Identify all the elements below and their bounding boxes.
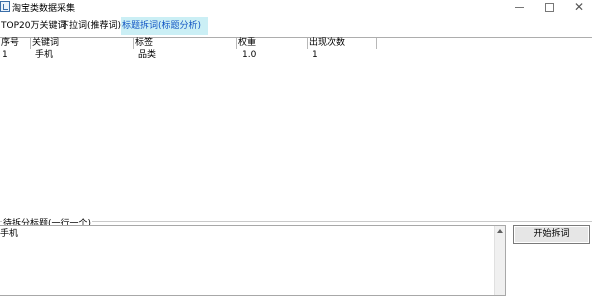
window-title: 淘宝类数据采集 <box>12 4 76 14</box>
column-header-index[interactable]: 序号 <box>0 38 31 49</box>
maximize-icon <box>544 2 554 12</box>
tab-top20-keywords[interactable]: TOP20万关键词 <box>0 17 66 35</box>
textarea-scrollbar[interactable] <box>494 226 505 295</box>
cell-keyword: 手机 <box>35 50 54 60</box>
app-chart-icon <box>0 1 10 12</box>
results-list[interactable]: 序号 关键词 标签 权重 出现次数 1 手机 品类 1.0 1 <box>0 37 592 211</box>
column-header-count[interactable]: 出现次数 <box>308 38 377 49</box>
minimize-icon <box>514 6 524 8</box>
cell-tag: 品类 <box>138 50 157 60</box>
column-header-weight[interactable]: 权重 <box>237 38 308 49</box>
tab-strip: TOP20万关键词 下拉词(推荐词) 标题拆词(标题分析) <box>0 17 592 35</box>
table-row[interactable]: 1 手机 品类 1.0 1 <box>0 50 592 61</box>
cell-index: 1 <box>2 50 8 60</box>
cell-weight: 1.0 <box>242 50 257 60</box>
tab-dropdown-words[interactable]: 下拉词(推荐词) <box>59 17 121 35</box>
title-bar: 淘宝类数据采集 ✕ <box>0 0 592 16</box>
maximize-button[interactable] <box>536 0 562 14</box>
scroll-up-arrow-icon[interactable] <box>497 229 503 233</box>
textarea-content: 手机 <box>0 229 19 239</box>
close-icon: ✕ <box>573 0 585 14</box>
cell-count: 1 <box>312 50 318 60</box>
column-header-keyword[interactable]: 关键词 <box>31 38 134 49</box>
list-header: 序号 关键词 标签 权重 出现次数 <box>0 38 592 49</box>
close-button[interactable]: ✕ <box>566 0 592 14</box>
column-header-tag[interactable]: 标签 <box>134 38 237 49</box>
start-split-button[interactable]: 开始拆词 <box>513 225 590 244</box>
column-header-filler <box>377 38 592 49</box>
titles-textarea[interactable]: 手机 <box>0 225 506 296</box>
minimize-button[interactable] <box>506 0 532 14</box>
tab-title-split[interactable]: 标题拆词(标题分析) <box>121 17 208 35</box>
